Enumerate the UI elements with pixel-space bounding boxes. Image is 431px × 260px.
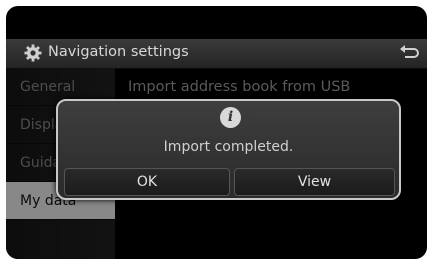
info-icon: i — [220, 107, 241, 128]
title-bar: Navigation settings — [6, 39, 427, 69]
import-dialog: i Import completed. OK View — [56, 99, 401, 200]
ok-button[interactable]: OK — [64, 168, 230, 196]
page-title: Navigation settings — [48, 44, 189, 60]
view-button[interactable]: View — [234, 168, 395, 196]
gear-icon — [24, 44, 42, 62]
back-arrow-icon[interactable] — [389, 39, 427, 68]
screen: Navigation settings General Display Guid… — [6, 6, 427, 259]
dialog-message: Import completed. — [163, 139, 294, 155]
